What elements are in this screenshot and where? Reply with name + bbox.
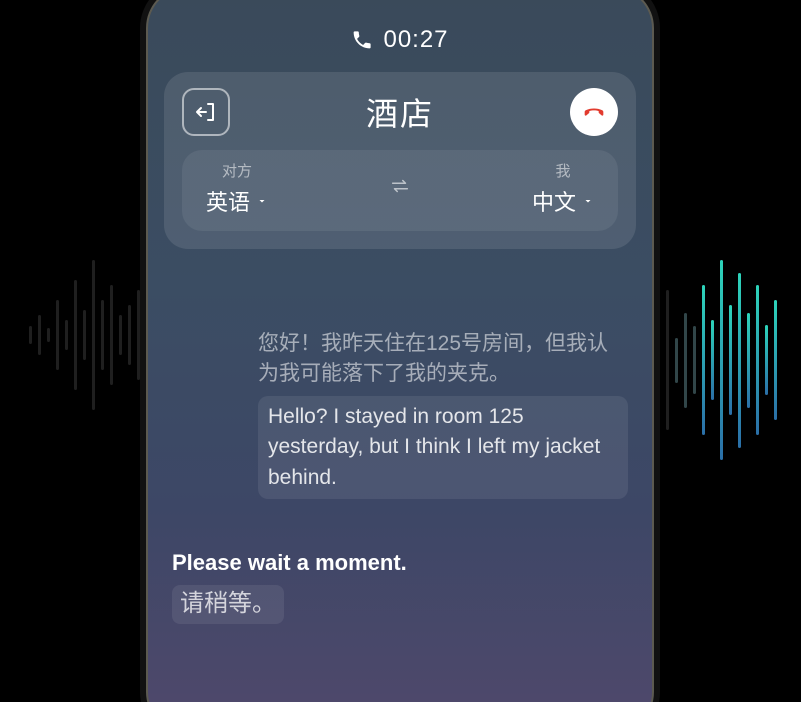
- self-language-selector[interactable]: 我 中文: [532, 160, 594, 217]
- outgoing-translated-text: 请稍等。: [172, 585, 284, 624]
- incoming-source-text: 您好！我昨天住在125号房间，但我认为我可能落下了我的夹克。: [258, 329, 628, 390]
- phone-icon: [351, 29, 373, 51]
- incoming-message: 您好！我昨天住在125号房间，但我认为我可能落下了我的夹克。 Hello? I …: [258, 329, 628, 499]
- hangup-icon: [580, 98, 608, 126]
- swap-languages-button[interactable]: [389, 175, 411, 202]
- phone-frame: 00:27 酒店 对方: [140, 0, 660, 702]
- self-language-value: 中文: [532, 185, 576, 217]
- incoming-translated-text: Hello? I stayed in room 125 yesterday, b…: [258, 396, 628, 499]
- call-duration-text: 00:27: [383, 26, 448, 54]
- swap-icon: [389, 175, 411, 197]
- exit-button[interactable]: [182, 88, 230, 136]
- other-language-label: 对方: [222, 160, 252, 181]
- contact-title: 酒店: [366, 89, 434, 135]
- exit-icon: [194, 100, 218, 124]
- language-selector-row: 对方 英语 我 中文: [182, 150, 618, 231]
- chevron-down-icon: [256, 195, 268, 207]
- conversation-area: 您好！我昨天住在125号房间，但我认为我可能落下了我的夹克。 Hello? I …: [146, 249, 654, 624]
- chevron-down-icon: [582, 195, 594, 207]
- translation-header-card: 酒店 对方 英语: [164, 72, 636, 249]
- other-language-value: 英语: [206, 185, 250, 217]
- outgoing-message: Please wait a moment. 请稍等。: [172, 547, 542, 624]
- other-language-selector[interactable]: 对方 英语: [206, 160, 268, 217]
- end-call-button[interactable]: [570, 88, 618, 136]
- soundwave-left: [0, 260, 140, 410]
- self-language-label: 我: [555, 160, 570, 181]
- outgoing-source-text: Please wait a moment.: [172, 547, 542, 579]
- call-timer: 00:27: [146, 26, 654, 54]
